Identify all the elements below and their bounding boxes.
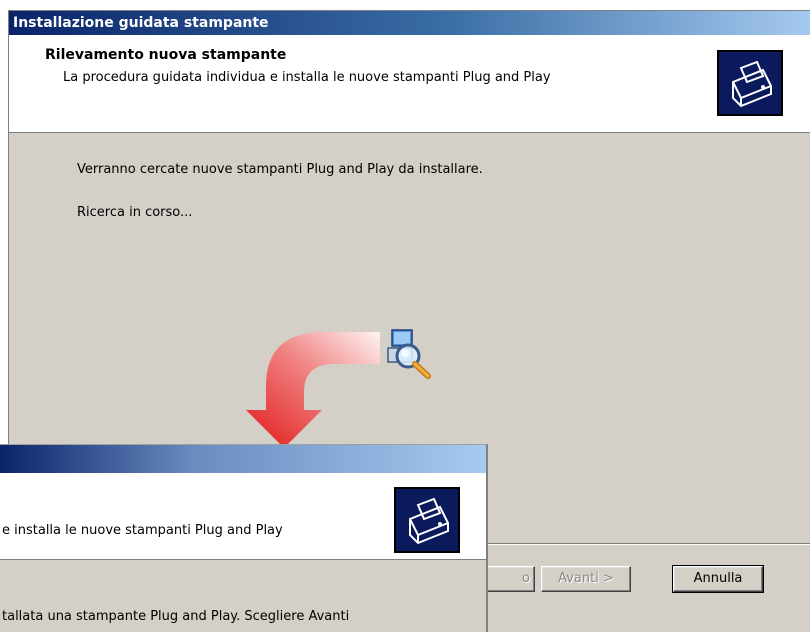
body-text-info: Verranno cercate nuove stampanti Plug an… <box>77 162 483 177</box>
wizard-header-front: e installa le nuove stampanti Plug and P… <box>0 473 486 560</box>
transition-arrow <box>236 326 386 454</box>
cancel-button[interactable]: Annulla <box>672 565 764 593</box>
window-title-front <box>0 445 486 473</box>
window-title: Installazione guidata stampante <box>9 11 810 35</box>
header-subtitle: La procedura guidata individua e install… <box>63 70 551 85</box>
printer-icon-front <box>394 487 460 553</box>
body-text-found: tallata una stampante Plug and Play. Sce… <box>2 609 350 624</box>
search-computer-icon <box>386 326 434 384</box>
wizard-window-found: e installa le nuove stampanti Plug and P… <box>0 444 488 632</box>
body-text-status: Ricerca in corso... <box>77 205 193 220</box>
next-button[interactable]: Avanti > <box>541 566 631 592</box>
wizard-header: Rilevamento nuova stampante La procedura… <box>9 35 810 133</box>
header-title: Rilevamento nuova stampante <box>45 47 287 63</box>
header-subtitle-front: e installa le nuove stampanti Plug and P… <box>2 523 283 538</box>
printer-icon <box>717 50 783 116</box>
